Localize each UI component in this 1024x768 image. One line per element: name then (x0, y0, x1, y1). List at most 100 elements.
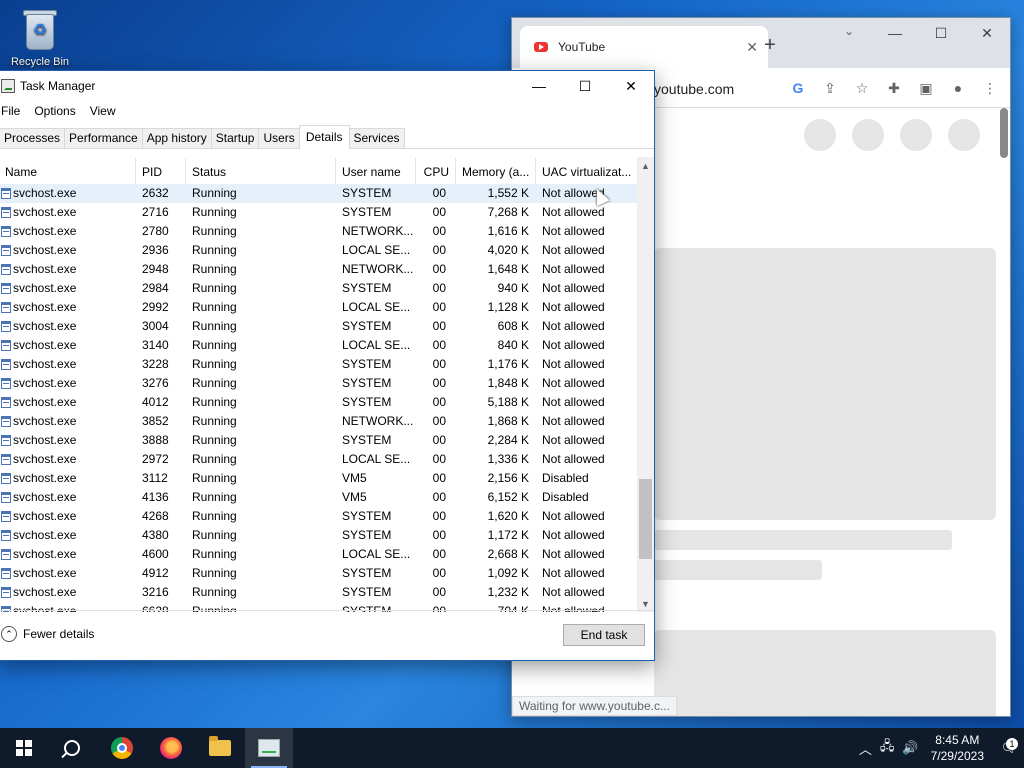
address-bar[interactable]: youtube.com (654, 81, 734, 97)
table-row[interactable]: svchost.exe 4012 Running SYSTEM 00 5,188 K Not… (0, 393, 639, 412)
cell-cpu: 00 (432, 319, 446, 333)
menu-options[interactable]: Options (34, 104, 75, 118)
cell-uac: Disabled (542, 490, 589, 504)
table-row[interactable]: svchost.exe 2992 Running LOCAL SE... 00 1,128… (0, 298, 639, 317)
table-row[interactable]: svchost.exe 2948 Running NETWORK... 00 1,648 … (0, 260, 639, 279)
start-button[interactable] (0, 728, 48, 768)
tab-details[interactable]: Details (298, 125, 350, 149)
tab-services[interactable]: Services (348, 128, 405, 148)
show-hidden-icons-chevron-icon[interactable]: ︿ (859, 739, 872, 758)
minimize-button[interactable]: — (516, 71, 562, 101)
tab-processes[interactable]: Processes (0, 128, 66, 148)
network-icon[interactable]: 🖧 (880, 737, 895, 759)
tab-users[interactable]: Users (258, 128, 300, 148)
volume-icon[interactable]: 🔊 (902, 740, 918, 756)
table-row[interactable]: svchost.exe 3140 Running LOCAL SE... 00 840 K… (0, 336, 639, 355)
share-icon[interactable]: ⇪ (818, 76, 842, 100)
table-row[interactable]: svchost.exe 3888 Running SYSTEM 00 2,284 K Not… (0, 431, 639, 450)
clock-time: 8:45 AM (935, 733, 980, 747)
table-row[interactable]: svchost.exe 4600 Running LOCAL SE... 00 2,668… (0, 545, 639, 564)
table-row[interactable]: svchost.exe 4136 Running VM5 00 6,152 K Disabl… (0, 488, 639, 507)
table-row[interactable]: svchost.exe 4912 Running SYSTEM 00 1,092 K Not… (0, 564, 639, 583)
taskbar-task-manager[interactable] (245, 728, 293, 768)
column-header-cpu[interactable]: CPU (416, 158, 456, 186)
table-row[interactable]: svchost.exe 3112 Running VM5 00 2,156 K Disabl… (0, 469, 639, 488)
table-row[interactable]: svchost.exe 2936 Running LOCAL SE... 00 4,020… (0, 241, 639, 260)
placeholder-circle (900, 119, 932, 151)
profile-avatar-icon[interactable]: ● (946, 76, 970, 100)
taskbar-firefox[interactable] (147, 728, 195, 768)
side-panel-icon[interactable]: ▣ (914, 76, 938, 100)
menu-file[interactable]: File (1, 104, 20, 118)
new-tab-button[interactable]: + (756, 34, 784, 57)
column-header-name[interactable]: Name (0, 158, 136, 186)
column-header-memory[interactable]: Memory (a... (456, 158, 536, 186)
column-header-pid[interactable]: PID (136, 158, 186, 186)
table-row[interactable]: svchost.exe 3276 Running SYSTEM 00 1,848 K Not… (0, 374, 639, 393)
cell-user-name: SYSTEM (342, 376, 392, 390)
table-scrollbar[interactable]: ▲ ▼ (637, 157, 654, 612)
column-header-user-name[interactable]: User name (336, 158, 416, 186)
cell-memory: 940 K (497, 281, 529, 295)
table-row[interactable]: svchost.exe 2716 Running SYSTEM 00 7,268 K Not… (0, 203, 639, 222)
column-header-status[interactable]: Status (186, 158, 336, 186)
table-row[interactable]: svchost.exe 4268 Running SYSTEM 00 1,620 K Not… (0, 507, 639, 526)
chrome-close-button[interactable]: ✕ (964, 18, 1010, 48)
cell-cpu: 00 (432, 243, 446, 257)
table-row[interactable]: svchost.exe 3004 Running SYSTEM 00 608 K Not a… (0, 317, 639, 336)
cell-status: Running (192, 547, 237, 561)
cell-name: svchost.exe (13, 205, 77, 219)
tab-app-history[interactable]: App history (141, 128, 212, 148)
scroll-up-arrow-icon[interactable]: ▲ (637, 157, 654, 174)
footer: ⌃ Fewer details End task (0, 610, 654, 660)
task-manager-titlebar[interactable]: Task Manager — ☐ ✕ (0, 71, 654, 101)
table-row[interactable]: svchost.exe 2780 Running NETWORK... 00 1,616 … (0, 222, 639, 241)
tab-startup[interactable]: Startup (210, 128, 260, 148)
cell-name: svchost.exe (13, 186, 77, 200)
chrome-tab-youtube[interactable]: YouTube ✕ (520, 26, 768, 68)
chrome-tab-strip: YouTube ✕ + ⌄ — ☐ ✕ (512, 18, 1010, 68)
table-row[interactable]: svchost.exe 2984 Running SYSTEM 00 940 K Not a… (0, 279, 639, 298)
chrome-scrollbar[interactable] (1000, 108, 1008, 158)
cell-cpu: 00 (432, 281, 446, 295)
cell-name: svchost.exe (13, 338, 77, 352)
clock[interactable]: 8:45 AM 7/29/2023 (931, 732, 984, 764)
menu-view[interactable]: View (90, 104, 116, 118)
cell-pid: 2716 (142, 205, 169, 219)
chrome-minimize-button[interactable]: — (872, 18, 918, 48)
cell-uac: Not allowed (542, 528, 605, 542)
column-header-uac[interactable]: UAC virtualizat... (536, 158, 639, 186)
table-row[interactable]: svchost.exe 2632 Running SYSTEM 00 1,552 K Not… (0, 184, 639, 203)
table-row[interactable]: svchost.exe 2972 Running LOCAL SE... 00 1,336… (0, 450, 639, 469)
placeholder-circle (948, 119, 980, 151)
chrome-menu-icon[interactable]: ⋮ (978, 76, 1002, 100)
bookmark-star-icon[interactable]: ☆ (850, 76, 874, 100)
table-row[interactable]: svchost.exe 4380 Running SYSTEM 00 1,172 K Not… (0, 526, 639, 545)
tab-search-chevron-icon[interactable]: ⌄ (844, 24, 854, 38)
action-center-button[interactable]: 🗨 1 (994, 738, 1024, 756)
taskbar-chrome[interactable] (98, 728, 146, 768)
taskbar-file-explorer[interactable] (196, 728, 244, 768)
tab-performance[interactable]: Performance (64, 128, 143, 148)
cell-uac: Not allowed (542, 547, 605, 561)
close-button[interactable]: ✕ (608, 71, 654, 101)
cell-user-name: VM5 (342, 471, 367, 485)
cell-uac: Not allowed (542, 566, 605, 580)
cell-status: Running (192, 528, 237, 542)
cell-uac: Not allowed (542, 509, 605, 523)
table-row[interactable]: svchost.exe 3228 Running SYSTEM 00 1,176 K Not… (0, 355, 639, 374)
fewer-details-toggle[interactable]: ⌃ Fewer details (1, 626, 94, 642)
extensions-icon[interactable]: ✚ (882, 76, 906, 100)
end-task-button[interactable]: End task (563, 624, 645, 646)
recycle-bin[interactable]: ♻ Recycle Bin (6, 6, 74, 68)
maximize-button[interactable]: ☐ (562, 71, 608, 101)
scrollbar-thumb[interactable] (639, 479, 652, 559)
cell-pid: 4136 (142, 490, 169, 504)
google-lens-icon[interactable]: G (786, 76, 810, 100)
chrome-maximize-button[interactable]: ☐ (918, 18, 964, 48)
cell-memory: 1,176 K (487, 357, 529, 371)
table-row[interactable]: svchost.exe 3852 Running NETWORK... 00 1,868 … (0, 412, 639, 431)
search-button[interactable] (48, 728, 96, 768)
cell-status: Running (192, 452, 237, 466)
table-row[interactable]: svchost.exe 3216 Running SYSTEM 00 1,232 K Not… (0, 583, 639, 602)
